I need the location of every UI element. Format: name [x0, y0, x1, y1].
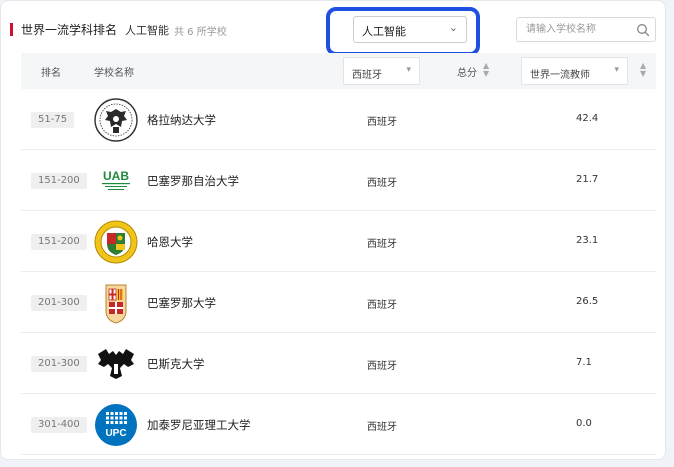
column-school: 学校名称: [94, 68, 134, 79]
subject-select-value: 人工智能: [362, 25, 406, 38]
jaen-crest-icon: [94, 220, 138, 264]
table-row[interactable]: 201-300 巴斯克大学 西班牙 7.1: [21, 333, 656, 394]
barcelona-crest-icon: [105, 284, 127, 324]
school-score: 26.5: [576, 296, 599, 307]
ranking-table-body: 51-75 格拉纳达大学 西班牙 42.4 151-200 UAB 巴塞罗那自治…: [21, 89, 656, 455]
table-row[interactable]: 151-200 UAB 巴塞罗那自治大学 西班牙 21.7: [21, 150, 656, 211]
indicator-select[interactable]: 世界一流教师 ▾: [521, 57, 628, 85]
caret-down-icon: ▾: [406, 65, 411, 75]
school-score: 23.1: [576, 235, 599, 246]
basque-tree-icon: [98, 349, 134, 379]
upc-logo-text: UPC: [105, 428, 126, 439]
search-icon[interactable]: [636, 23, 650, 37]
current-subject-label: 人工智能: [125, 24, 169, 37]
school-name[interactable]: 加泰罗尼亚理工大学: [147, 417, 251, 433]
school-country: 西班牙: [367, 300, 397, 311]
page-title: 世界一流学科排名: [21, 23, 118, 37]
table-row[interactable]: 201-300 巴塞罗那大学 西班牙 26.5: [21, 272, 656, 333]
school-country: 西班牙: [367, 361, 397, 372]
indicator-select-value: 世界一流教师: [530, 70, 590, 81]
school-country: 西班牙: [367, 239, 397, 250]
school-score: 21.7: [576, 174, 599, 185]
school-name[interactable]: 巴塞罗那大学: [147, 295, 216, 311]
title-accent-bar: [10, 23, 13, 36]
country-filter[interactable]: 西班牙 ▾: [343, 57, 420, 85]
school-search-input[interactable]: [517, 18, 635, 41]
column-total[interactable]: 总分: [457, 64, 477, 79]
school-search: [516, 17, 656, 42]
school-score: 7.1: [576, 357, 592, 368]
school-country: 西班牙: [367, 117, 397, 128]
table-row[interactable]: 151-200 哈恩大学 西班牙 23.1: [21, 211, 656, 272]
school-name[interactable]: 哈恩大学: [147, 234, 193, 250]
ranking-header: 世界一流学科排名 人工智能 共 6 所学校 人工智能 ⌄: [1, 1, 665, 56]
rank-badge: 51-75: [31, 112, 75, 128]
country-filter-value: 西班牙: [352, 70, 382, 81]
sort-indicator-icon[interactable]: ▲ ▼: [640, 62, 646, 78]
table-row[interactable]: 301-400 UPC 加泰罗尼亚理工大学 西班牙 0.0: [21, 394, 656, 455]
rank-badge: 151-200: [31, 173, 87, 189]
school-country: 西班牙: [367, 178, 397, 189]
ranking-card: 世界一流学科排名 人工智能 共 6 所学校 人工智能 ⌄ 排名 学校名称 西班牙…: [0, 0, 666, 460]
table-row[interactable]: 51-75 格拉纳达大学 西班牙 42.4: [21, 89, 656, 150]
rank-badge: 201-300: [31, 356, 87, 372]
rank-badge: 201-300: [31, 295, 87, 311]
table-header: 排名 学校名称 西班牙 ▾ 总分 ▲ ▼ 世界一流教师 ▾ ▲ ▼: [21, 53, 656, 89]
school-score: 0.0: [576, 418, 592, 429]
caret-down-icon: ▾: [614, 65, 619, 75]
uab-logo-text: UAB: [103, 169, 129, 183]
school-name[interactable]: 巴塞罗那自治大学: [147, 173, 239, 189]
school-name[interactable]: 格拉纳达大学: [147, 112, 216, 128]
sort-total-icon[interactable]: ▲ ▼: [483, 62, 489, 78]
rank-badge: 301-400: [31, 417, 87, 433]
column-rank: 排名: [41, 68, 61, 79]
upc-logo-icon: UPC: [95, 404, 137, 446]
school-score: 42.4: [576, 113, 599, 124]
school-name[interactable]: 巴斯克大学: [147, 356, 205, 372]
chevron-down-icon: ⌄: [448, 21, 458, 34]
uab-logo-icon: UAB: [102, 169, 130, 190]
school-count: 共 6 所学校: [174, 27, 227, 38]
subject-select[interactable]: 人工智能 ⌄: [353, 16, 467, 43]
granada-seal-icon: [94, 98, 138, 142]
school-country: 西班牙: [367, 422, 397, 433]
rank-badge: 151-200: [31, 234, 87, 250]
